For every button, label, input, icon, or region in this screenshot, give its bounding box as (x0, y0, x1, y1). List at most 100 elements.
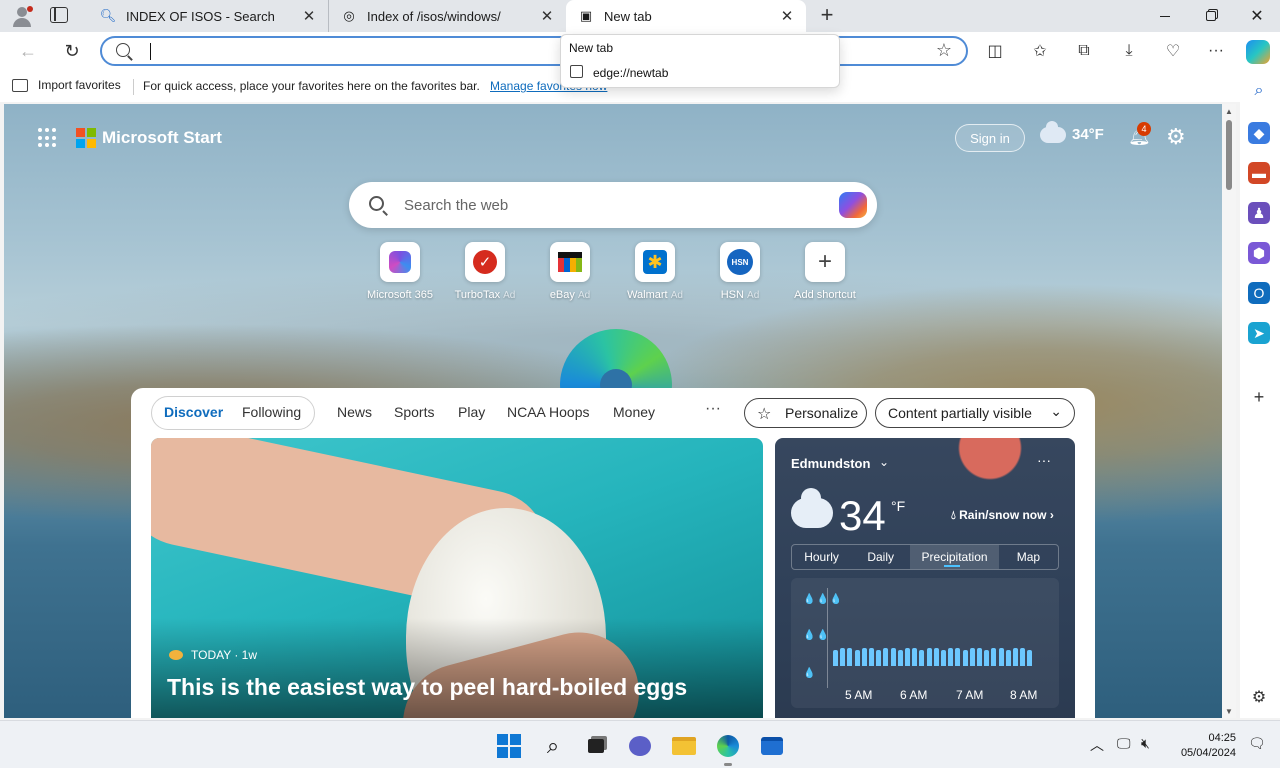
tab-discover[interactable]: Discover (164, 404, 223, 420)
settings-icon[interactable]: ⚙ (1166, 124, 1186, 150)
favorites-bar-message: For quick access, place your favorites h… (143, 79, 480, 93)
import-favorites-button[interactable]: Import favorites (12, 78, 121, 92)
shopping-icon[interactable]: ◆ (1248, 122, 1270, 144)
nav-play[interactable]: Play (458, 404, 485, 420)
weather-tab-precipitation[interactable]: Precipitation (910, 545, 999, 569)
volume-muted-icon[interactable]: 🔇︎ (1141, 735, 1150, 752)
system-clock[interactable]: 04:25 05/04/2024 (1172, 731, 1236, 761)
precip-bar (1005, 650, 1011, 666)
teams-chat-icon[interactable] (627, 733, 653, 759)
precip-bar (919, 650, 925, 666)
close-tab-icon[interactable]: ✕ (778, 7, 796, 25)
search-icon[interactable]: ⌕ (540, 733, 566, 759)
walmart-icon: ✱ (635, 242, 675, 282)
weather-tab-daily[interactable]: Daily (851, 545, 910, 569)
header-weather[interactable]: 34°F (1040, 120, 1104, 143)
weather-card[interactable]: Edmundston ⌄ ··· 34 °F 💧︎ Rain/snow now … (775, 438, 1075, 718)
favorite-star-icon[interactable]: ☆ (936, 40, 952, 61)
notifications-icon[interactable]: 🗨︎ (1248, 735, 1266, 752)
network-icon[interactable]: 🖵︎ (1117, 735, 1131, 752)
tab-new-tab[interactable]: ▣ New tab ✕ (566, 0, 806, 32)
newtab-icon: ▣ (579, 8, 593, 23)
copilot-icon[interactable] (1246, 40, 1270, 64)
collections-icon[interactable]: ⧉ (1072, 39, 1096, 63)
shortcut-add[interactable]: + Add shortcut (785, 242, 865, 301)
shortcut-hsn[interactable]: HSN HSN Ad (700, 242, 780, 301)
tab-actions-icon[interactable] (50, 7, 68, 23)
nav-ncaa-hoops[interactable]: NCAA Hoops (507, 404, 589, 420)
notification-badge: 4 (1137, 122, 1151, 136)
tools-icon[interactable]: ▬ (1248, 162, 1270, 184)
page-scrollbar[interactable]: ▲ ▼ (1222, 104, 1236, 718)
more-icon[interactable]: ··· (705, 400, 721, 418)
split-screen-icon[interactable]: ◫ (983, 39, 1007, 63)
edge-icon[interactable] (715, 733, 741, 766)
scroll-thumb[interactable] (1226, 120, 1232, 190)
minimize-button[interactable] (1142, 0, 1188, 32)
article-title[interactable]: This is the easiest way to peel hard-boi… (167, 674, 687, 701)
brand-name[interactable]: Microsoft Start (102, 128, 222, 148)
scroll-down-icon[interactable]: ▼ (1225, 707, 1233, 716)
content-visibility-dropdown[interactable]: Content partially visible ⌄ (875, 398, 1075, 428)
tab-following[interactable]: Following (242, 404, 301, 420)
nav-news[interactable]: News (337, 404, 372, 420)
nav-sports[interactable]: Sports (394, 404, 434, 420)
hour-label: 5 AM (845, 688, 873, 702)
outlook-icon[interactable]: O (1248, 282, 1270, 304)
profile-icon[interactable] (8, 3, 36, 29)
new-tab-page: Microsoft Start Sign in 34°F 🔔︎ 4 ⚙ Sear… (4, 104, 1222, 718)
restore-button[interactable] (1188, 0, 1234, 32)
shortcuts: Microsoft 365 ✓ TurboTax Ad eBay Ad ✱ Wa… (360, 242, 870, 306)
chevron-up-icon[interactable]: ︿ (1090, 735, 1104, 755)
sign-in-button[interactable]: Sign in (955, 124, 1025, 152)
downloads-icon[interactable]: ⤓ (1117, 39, 1141, 63)
close-tab-icon[interactable]: ✕ (300, 7, 318, 25)
shortcut-ebay[interactable]: eBay Ad (530, 242, 610, 301)
header-temperature: 34°F (1072, 126, 1104, 143)
file-explorer-icon[interactable] (671, 733, 697, 759)
shortcut-turbotax[interactable]: ✓ TurboTax Ad (445, 242, 525, 301)
drop-icon[interactable]: ➤ (1248, 322, 1270, 344)
weather-tab-hourly[interactable]: Hourly (792, 545, 851, 569)
task-view-icon[interactable] (583, 733, 609, 759)
add-sidebar-app-icon[interactable]: + (1248, 386, 1270, 408)
chevron-down-icon[interactable]: ⌄ (879, 455, 889, 469)
microsoft365-icon[interactable]: ⬢ (1248, 242, 1270, 264)
more-menu-icon[interactable]: ··· (1204, 39, 1228, 63)
games-icon[interactable]: ♟ (1248, 202, 1270, 224)
back-icon[interactable]: ← (16, 39, 40, 63)
shortcut-walmart[interactable]: ✱ Walmart Ad (615, 242, 695, 301)
sidebar-settings-icon[interactable]: ⚙ (1248, 686, 1270, 708)
precip-bar (905, 648, 910, 666)
tab-title: INDEX OF ISOS - Search (126, 8, 275, 24)
ad-label: Ad (747, 290, 760, 301)
shortcut-microsoft-365[interactable]: Microsoft 365 (360, 242, 440, 301)
weather-tab-map[interactable]: Map (999, 545, 1058, 569)
precip-bar (933, 648, 939, 666)
nav-money[interactable]: Money (613, 404, 655, 420)
weather-condition[interactable]: 💧︎ Rain/snow now › (951, 508, 1054, 523)
app-launcher-icon[interactable] (38, 128, 58, 148)
web-search-box[interactable]: Search the web (349, 182, 877, 228)
weather-temperature: 34 (839, 492, 886, 539)
hero-article-card[interactable]: TODAY · 1w This is the easiest way to pe… (151, 438, 763, 718)
copilot-icon[interactable] (839, 192, 867, 218)
rain-snow-icon (791, 488, 833, 528)
search-icon[interactable]: ⌕ (1248, 80, 1270, 102)
refresh-icon[interactable]: ↻ (60, 39, 84, 63)
scroll-up-icon[interactable]: ▲ (1225, 107, 1233, 116)
weather-location[interactable]: Edmundston (791, 456, 870, 471)
tab-index[interactable]: ◎ Index of /isos/windows/ ✕ (328, 0, 566, 32)
weather-icon (1040, 120, 1066, 143)
tab-search[interactable]: 🔍︎ INDEX OF ISOS - Search ✕ (88, 0, 328, 32)
new-tab-button[interactable]: + (815, 4, 839, 28)
close-tab-icon[interactable]: ✕ (538, 7, 556, 25)
shortcut-label: eBay (549, 289, 575, 301)
close-window-button[interactable]: ✕ (1234, 0, 1280, 32)
browser-essentials-icon[interactable]: ♡ (1161, 39, 1185, 63)
personalize-button[interactable]: ☆ Personalize (744, 398, 867, 428)
start-icon[interactable] (496, 733, 522, 759)
more-icon[interactable]: ··· (1037, 452, 1051, 468)
favorites-icon[interactable]: ✩ (1028, 39, 1052, 63)
store-icon[interactable] (759, 733, 785, 759)
